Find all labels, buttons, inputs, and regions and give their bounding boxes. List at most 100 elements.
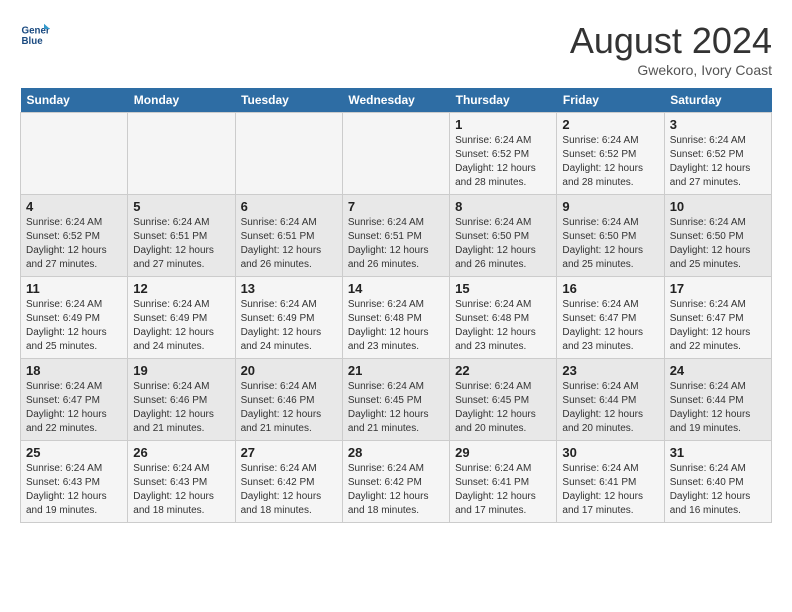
calendar-cell: 18 Sunrise: 6:24 AM Sunset: 6:47 PM Dayli… xyxy=(21,359,128,441)
day-info: Sunrise: 6:24 AM Sunset: 6:51 PM Dayligh… xyxy=(241,216,337,272)
day-info: Sunrise: 6:24 AM Sunset: 6:42 PM Dayligh… xyxy=(241,462,337,518)
day-info: Sunrise: 6:24 AM Sunset: 6:43 PM Dayligh… xyxy=(26,462,122,518)
calendar-cell xyxy=(128,113,235,195)
calendar-cell: 10 Sunrise: 6:24 AM Sunset: 6:50 PM Dayli… xyxy=(664,195,771,277)
day-number: 12 xyxy=(133,281,229,296)
day-number: 16 xyxy=(562,281,658,296)
day-info: Sunrise: 6:24 AM Sunset: 6:49 PM Dayligh… xyxy=(241,298,337,354)
calendar-cell xyxy=(21,113,128,195)
day-number: 8 xyxy=(455,199,551,214)
calendar-cell xyxy=(235,113,342,195)
day-info: Sunrise: 6:24 AM Sunset: 6:41 PM Dayligh… xyxy=(455,462,551,518)
calendar-cell: 4 Sunrise: 6:24 AM Sunset: 6:52 PM Daylig… xyxy=(21,195,128,277)
day-info: Sunrise: 6:24 AM Sunset: 6:43 PM Dayligh… xyxy=(133,462,229,518)
calendar-cell: 3 Sunrise: 6:24 AM Sunset: 6:52 PM Daylig… xyxy=(664,113,771,195)
page-header: General Blue August 2024 Gwekoro, Ivory … xyxy=(20,20,772,78)
calendar-week-5: 25 Sunrise: 6:24 AM Sunset: 6:43 PM Dayli… xyxy=(21,441,772,523)
calendar-body: 1 Sunrise: 6:24 AM Sunset: 6:52 PM Daylig… xyxy=(21,113,772,523)
day-info: Sunrise: 6:24 AM Sunset: 6:41 PM Dayligh… xyxy=(562,462,658,518)
day-number: 7 xyxy=(348,199,444,214)
day-number: 9 xyxy=(562,199,658,214)
weekday-header-monday: Monday xyxy=(128,88,235,113)
day-number: 17 xyxy=(670,281,766,296)
day-number: 26 xyxy=(133,445,229,460)
calendar-cell: 5 Sunrise: 6:24 AM Sunset: 6:51 PM Daylig… xyxy=(128,195,235,277)
day-info: Sunrise: 6:24 AM Sunset: 6:46 PM Dayligh… xyxy=(241,380,337,436)
day-number: 25 xyxy=(26,445,122,460)
day-info: Sunrise: 6:24 AM Sunset: 6:46 PM Dayligh… xyxy=(133,380,229,436)
day-info: Sunrise: 6:24 AM Sunset: 6:47 PM Dayligh… xyxy=(26,380,122,436)
day-number: 29 xyxy=(455,445,551,460)
day-number: 10 xyxy=(670,199,766,214)
day-info: Sunrise: 6:24 AM Sunset: 6:44 PM Dayligh… xyxy=(670,380,766,436)
calendar-cell xyxy=(342,113,449,195)
calendar-cell: 23 Sunrise: 6:24 AM Sunset: 6:44 PM Dayli… xyxy=(557,359,664,441)
day-info: Sunrise: 6:24 AM Sunset: 6:50 PM Dayligh… xyxy=(455,216,551,272)
calendar-cell: 16 Sunrise: 6:24 AM Sunset: 6:47 PM Dayli… xyxy=(557,277,664,359)
weekday-header-friday: Friday xyxy=(557,88,664,113)
calendar-cell: 27Sunrise: 6:24 AM Sunset: 6:42 PM Dayli… xyxy=(235,441,342,523)
day-number: 2 xyxy=(562,117,658,132)
calendar-cell: 8 Sunrise: 6:24 AM Sunset: 6:50 PM Daylig… xyxy=(450,195,557,277)
calendar-cell: 9 Sunrise: 6:24 AM Sunset: 6:50 PM Daylig… xyxy=(557,195,664,277)
calendar-cell: 6 Sunrise: 6:24 AM Sunset: 6:51 PM Daylig… xyxy=(235,195,342,277)
calendar-week-1: 1 Sunrise: 6:24 AM Sunset: 6:52 PM Daylig… xyxy=(21,113,772,195)
calendar-week-3: 11 Sunrise: 6:24 AM Sunset: 6:49 PM Dayli… xyxy=(21,277,772,359)
calendar-cell: 31 Sunrise: 6:24 AM Sunset: 6:40 PM Dayli… xyxy=(664,441,771,523)
calendar-cell: 12 Sunrise: 6:24 AM Sunset: 6:49 PM Dayli… xyxy=(128,277,235,359)
day-info: Sunrise: 6:24 AM Sunset: 6:51 PM Dayligh… xyxy=(133,216,229,272)
day-number: 30 xyxy=(562,445,658,460)
day-info: Sunrise: 6:24 AM Sunset: 6:51 PM Dayligh… xyxy=(348,216,444,272)
calendar-header: SundayMondayTuesdayWednesdayThursdayFrid… xyxy=(21,88,772,113)
calendar-cell: 20 Sunrise: 6:24 AM Sunset: 6:46 PM Dayli… xyxy=(235,359,342,441)
svg-text:Blue: Blue xyxy=(22,36,44,47)
day-info: Sunrise: 6:24 AM Sunset: 6:50 PM Dayligh… xyxy=(562,216,658,272)
logo-icon: General Blue xyxy=(20,20,50,50)
location-subtitle: Gwekoro, Ivory Coast xyxy=(570,62,772,78)
weekday-header-tuesday: Tuesday xyxy=(235,88,342,113)
day-info: Sunrise: 6:24 AM Sunset: 6:47 PM Dayligh… xyxy=(562,298,658,354)
day-number: 11 xyxy=(26,281,122,296)
day-info: Sunrise: 6:24 AM Sunset: 6:50 PM Dayligh… xyxy=(670,216,766,272)
day-info: Sunrise: 6:24 AM Sunset: 6:45 PM Dayligh… xyxy=(348,380,444,436)
calendar-cell: 21Sunrise: 6:24 AM Sunset: 6:45 PM Dayli… xyxy=(342,359,449,441)
day-number: 3 xyxy=(670,117,766,132)
calendar-cell: 13 Sunrise: 6:24 AM Sunset: 6:49 PM Dayli… xyxy=(235,277,342,359)
day-info: Sunrise: 6:24 AM Sunset: 6:48 PM Dayligh… xyxy=(455,298,551,354)
calendar-cell: 26 Sunrise: 6:24 AM Sunset: 6:43 PM Dayli… xyxy=(128,441,235,523)
day-number: 4 xyxy=(26,199,122,214)
day-number: 5 xyxy=(133,199,229,214)
day-number: 6 xyxy=(241,199,337,214)
day-number: 20 xyxy=(241,363,337,378)
day-number: 1 xyxy=(455,117,551,132)
day-info: Sunrise: 6:24 AM Sunset: 6:52 PM Dayligh… xyxy=(670,134,766,190)
day-info: Sunrise: 6:24 AM Sunset: 6:40 PM Dayligh… xyxy=(670,462,766,518)
day-number: 28 xyxy=(348,445,444,460)
day-info: Sunrise: 6:24 AM Sunset: 6:52 PM Dayligh… xyxy=(455,134,551,190)
day-info: Sunrise: 6:24 AM Sunset: 6:49 PM Dayligh… xyxy=(26,298,122,354)
day-info: Sunrise: 6:24 AM Sunset: 6:52 PM Dayligh… xyxy=(562,134,658,190)
month-title: August 2024 xyxy=(570,20,772,62)
day-number: 15 xyxy=(455,281,551,296)
calendar-week-4: 18 Sunrise: 6:24 AM Sunset: 6:47 PM Dayli… xyxy=(21,359,772,441)
calendar-cell: 19 Sunrise: 6:24 AM Sunset: 6:46 PM Dayli… xyxy=(128,359,235,441)
day-number: 18 xyxy=(26,363,122,378)
day-number: 19 xyxy=(133,363,229,378)
title-block: August 2024 Gwekoro, Ivory Coast xyxy=(570,20,772,78)
calendar-cell: 28Sunrise: 6:24 AM Sunset: 6:42 PM Dayli… xyxy=(342,441,449,523)
day-number: 23 xyxy=(562,363,658,378)
day-info: Sunrise: 6:24 AM Sunset: 6:52 PM Dayligh… xyxy=(26,216,122,272)
day-info: Sunrise: 6:24 AM Sunset: 6:44 PM Dayligh… xyxy=(562,380,658,436)
calendar-cell: 29 Sunrise: 6:24 AM Sunset: 6:41 PM Dayli… xyxy=(450,441,557,523)
day-info: Sunrise: 6:24 AM Sunset: 6:49 PM Dayligh… xyxy=(133,298,229,354)
logo: General Blue xyxy=(20,20,50,50)
day-number: 14 xyxy=(348,281,444,296)
day-info: Sunrise: 6:24 AM Sunset: 6:48 PM Dayligh… xyxy=(348,298,444,354)
calendar-table: SundayMondayTuesdayWednesdayThursdayFrid… xyxy=(20,88,772,523)
calendar-cell: 1 Sunrise: 6:24 AM Sunset: 6:52 PM Daylig… xyxy=(450,113,557,195)
day-number: 13 xyxy=(241,281,337,296)
weekday-header-thursday: Thursday xyxy=(450,88,557,113)
calendar-cell: 22Sunrise: 6:24 AM Sunset: 6:45 PM Dayli… xyxy=(450,359,557,441)
day-number: 31 xyxy=(670,445,766,460)
weekday-header-saturday: Saturday xyxy=(664,88,771,113)
